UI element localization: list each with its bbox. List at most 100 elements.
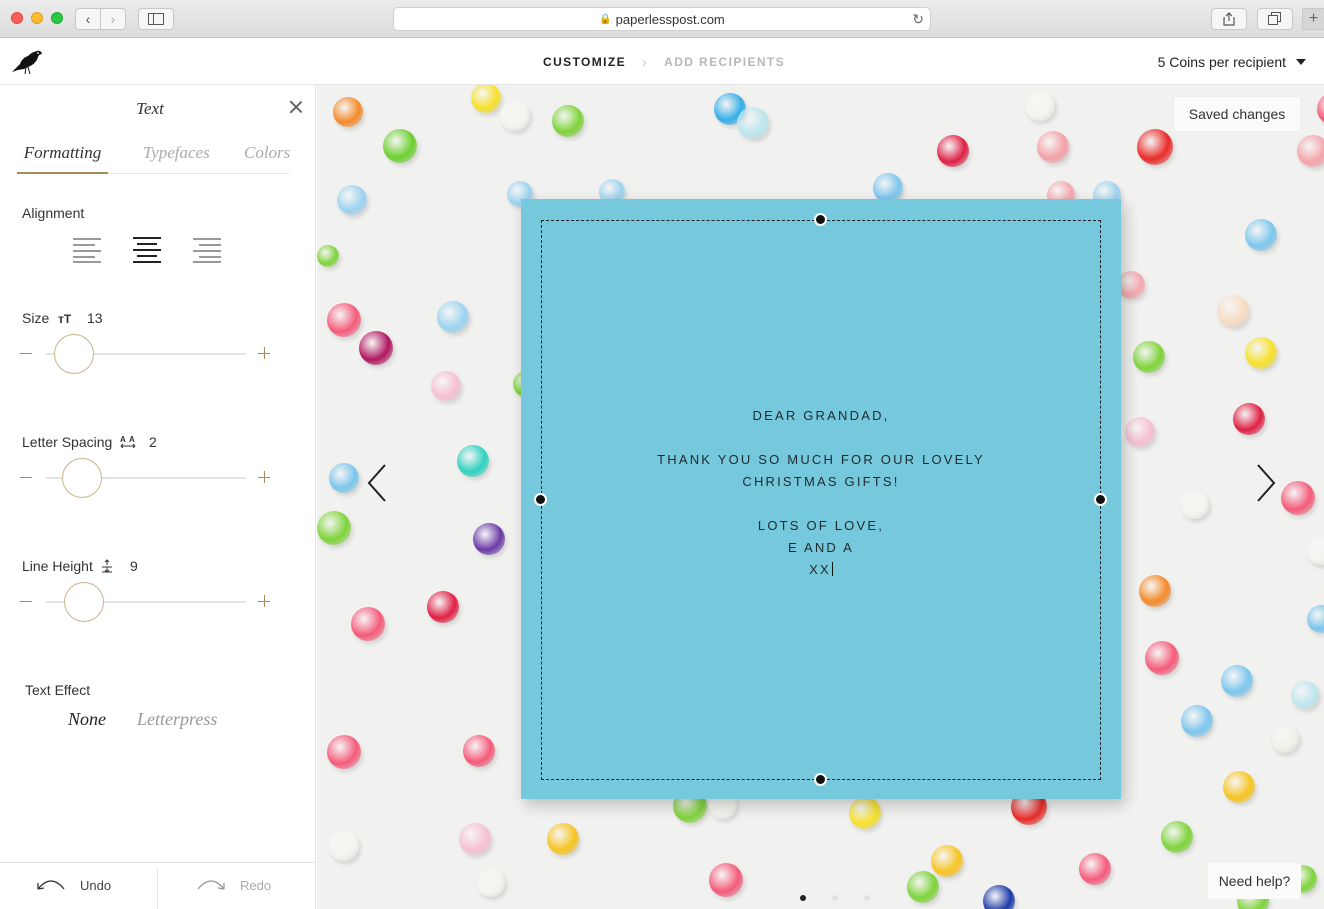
pompom: [477, 869, 505, 897]
pompom: [907, 871, 939, 903]
page-dot[interactable]: [832, 895, 838, 901]
increase-size-button[interactable]: [258, 347, 270, 359]
step-customize[interactable]: CUSTOMIZE: [543, 55, 626, 69]
pompom: [329, 831, 359, 861]
letter-spacing-slider-knob[interactable]: [62, 458, 102, 498]
coins-label: 5 Coins per recipient: [1157, 54, 1286, 70]
pompom: [1271, 725, 1299, 753]
coins-dropdown[interactable]: 5 Coins per recipient: [1158, 54, 1306, 70]
increase-line-height-button[interactable]: [258, 595, 270, 607]
resize-handle-top[interactable]: [814, 213, 827, 226]
pompom: [471, 85, 501, 113]
pompom: [1125, 417, 1155, 447]
effect-letterpress-option[interactable]: Letterpress: [137, 709, 217, 730]
pompom: [333, 97, 363, 127]
alignment-label: Alignment: [22, 205, 85, 221]
pompom: [383, 129, 417, 163]
pompom: [983, 885, 1015, 909]
pompom: [849, 797, 881, 829]
pompom: [709, 863, 743, 897]
pompom: [500, 101, 530, 131]
pompom: [1307, 537, 1324, 565]
size-slider[interactable]: [16, 334, 276, 374]
align-right-button[interactable]: [193, 236, 221, 263]
undo-icon: [37, 880, 65, 890]
resize-handle-bottom[interactable]: [814, 773, 827, 786]
new-tab-button[interactable]: +: [1302, 8, 1324, 30]
browser-toolbar: ‹ › 🔒 paperlesspost.com ↻ +: [0, 0, 1324, 38]
svg-text:A: A: [129, 435, 135, 444]
chevron-left-icon: ‹: [85, 11, 91, 27]
decrease-line-height-button[interactable]: [20, 601, 32, 602]
line-height-slider[interactable]: [16, 582, 276, 622]
line-height-slider-knob[interactable]: [64, 582, 104, 622]
redo-button[interactable]: Redo: [196, 877, 271, 893]
zoom-window-button[interactable]: [51, 12, 63, 24]
bird-logo-icon[interactable]: [8, 46, 44, 76]
close-window-button[interactable]: [11, 12, 23, 24]
increase-letter-spacing-button[interactable]: [258, 471, 270, 483]
close-icon[interactable]: [289, 100, 303, 114]
pompom: [1291, 681, 1319, 709]
saved-status-badge: Saved changes: [1174, 97, 1300, 131]
need-help-button[interactable]: Need help?: [1208, 863, 1301, 899]
pompom: [329, 463, 359, 493]
message-line: CHRISTMAS GIFTS!: [742, 474, 900, 489]
message-line: E AND A: [788, 540, 854, 555]
decrease-size-button[interactable]: [20, 353, 32, 354]
resize-handle-left[interactable]: [534, 493, 547, 506]
show-tabs-button[interactable]: [1257, 8, 1293, 30]
text-effect-label: Text Effect: [25, 682, 91, 698]
pompom: [937, 135, 969, 167]
checkout-steps: CUSTOMIZE › ADD RECIPIENTS: [543, 54, 785, 70]
pompom: [1137, 129, 1173, 165]
undo-button[interactable]: Undo: [36, 877, 111, 893]
align-center-button[interactable]: [133, 236, 161, 263]
align-left-button[interactable]: [73, 236, 101, 263]
tab-typefaces[interactable]: Typefaces: [143, 141, 210, 174]
letter-spacing-value: 2: [149, 434, 157, 450]
forward-button[interactable]: ›: [100, 8, 126, 30]
redo-label: Redo: [240, 877, 272, 893]
tab-colors[interactable]: Colors: [244, 141, 290, 174]
page-dot[interactable]: [864, 895, 870, 901]
sidebar-toggle-button[interactable]: [138, 8, 174, 30]
pompom: [317, 245, 339, 267]
letter-spacing-icon: A A: [120, 435, 136, 448]
pompom: [1307, 605, 1324, 633]
card-message[interactable]: DEAR GRANDAD, THANK YOU SO MUCH FOR OUR …: [542, 405, 1100, 581]
size-value: 13: [87, 310, 103, 326]
pompom: [1217, 295, 1249, 327]
address-bar[interactable]: 🔒 paperlesspost.com ↻: [393, 7, 931, 31]
previous-page-arrow-icon[interactable]: [365, 463, 389, 503]
pompom: [1281, 481, 1315, 515]
pompom: [1025, 91, 1055, 121]
pompom: [1181, 705, 1213, 737]
pompom: [457, 445, 489, 477]
letter-spacing-slider[interactable]: [16, 458, 276, 498]
decrease-letter-spacing-button[interactable]: [20, 477, 32, 478]
reload-icon[interactable]: ↻: [912, 11, 924, 28]
back-button[interactable]: ‹: [75, 8, 101, 30]
pompom: [1117, 271, 1145, 299]
minimize-window-button[interactable]: [31, 12, 43, 24]
size-slider-knob[interactable]: [54, 334, 94, 374]
pompom: [337, 185, 367, 215]
effect-none-option[interactable]: None: [68, 709, 106, 730]
pompom: [931, 845, 963, 877]
share-button[interactable]: [1211, 8, 1247, 30]
tab-formatting[interactable]: Formatting: [17, 141, 108, 174]
page-dot[interactable]: [800, 895, 806, 901]
text-box[interactable]: DEAR GRANDAD, THANK YOU SO MUCH FOR OUR …: [541, 220, 1101, 780]
card-front[interactable]: DEAR GRANDAD, THANK YOU SO MUCH FOR OUR …: [521, 199, 1121, 799]
pompom: [547, 823, 579, 855]
message-line: DEAR GRANDAD,: [752, 408, 890, 423]
resize-handle-right[interactable]: [1094, 493, 1107, 506]
line-height-value: 9: [130, 558, 138, 574]
share-icon: [1223, 12, 1235, 26]
line-height-icon: [102, 559, 112, 573]
caret-down-icon: [1296, 59, 1306, 65]
next-page-arrow-icon[interactable]: [1254, 463, 1278, 503]
step-add-recipients[interactable]: ADD RECIPIENTS: [664, 55, 785, 69]
plus-icon: +: [1308, 10, 1319, 27]
